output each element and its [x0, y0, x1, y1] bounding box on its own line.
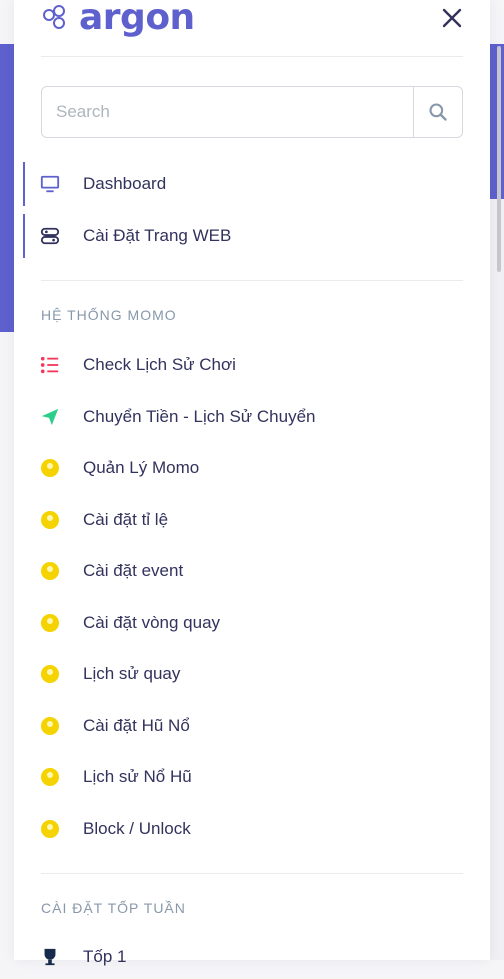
nav-item-block-unlock[interactable]: Block / Unlock: [22, 807, 482, 851]
nav-item-transfer[interactable]: Chuyển Tiền - Lịch Sử Chuyển: [22, 395, 482, 439]
nav-item-check-history[interactable]: Check Lịch Sử Chơi: [22, 343, 482, 387]
user-icon: [39, 509, 61, 531]
nav-label: Lịch sử quay: [83, 664, 181, 683]
user-icon: [39, 766, 61, 788]
search-input[interactable]: [42, 87, 413, 137]
background-header-left: [0, 44, 14, 332]
user-icon: [39, 663, 61, 685]
nav-label: Chuyển Tiền - Lịch Sử Chuyển: [83, 407, 316, 426]
nav-label: Cài Đặt Trang WEB: [83, 226, 232, 245]
nav-label: Block / Unlock: [83, 819, 191, 838]
user-icon: [39, 612, 61, 634]
nav-item-spin-settings[interactable]: Cài đặt vòng quay: [22, 601, 482, 645]
divider: [41, 280, 463, 281]
nav-item-top-1[interactable]: Tốp 1: [22, 935, 482, 979]
close-icon: [442, 8, 462, 28]
close-button[interactable]: [440, 6, 464, 30]
trophy-icon: [39, 946, 61, 968]
nav-label: Lịch sử Nổ Hũ: [83, 767, 192, 786]
brand-logo[interactable]: argon: [41, 0, 195, 38]
background-content-right: [490, 199, 504, 960]
brand-name: argon: [79, 0, 195, 38]
nav-label: Check Lịch Sử Chơi: [83, 355, 236, 374]
argon-logo-icon: [43, 5, 65, 29]
search-button[interactable]: [413, 87, 462, 137]
nav-label: Cài đặt tỉ lệ: [83, 510, 169, 529]
search-icon: [429, 103, 447, 121]
nav-label: Quản Lý Momo: [83, 458, 200, 477]
scrollbar-thumb[interactable]: [497, 46, 501, 272]
monitor-icon: [39, 173, 61, 195]
nav-label: Cài đặt vòng quay: [83, 613, 221, 632]
divider: [41, 873, 463, 874]
sidebar-drawer: argon Dashboard: [14, 0, 490, 966]
nav-item-spin-history[interactable]: Lịch sử quay: [22, 652, 482, 696]
user-icon: [39, 457, 61, 479]
nav-item-jackpot-settings[interactable]: Cài đặt Hũ Nổ: [22, 704, 482, 748]
section-heading-top-week: CÀI ĐẶT TỐP TUẦN: [41, 900, 186, 916]
nav-item-momo-management[interactable]: Quản Lý Momo: [22, 446, 482, 490]
nav-item-dashboard[interactable]: Dashboard: [22, 162, 482, 206]
nav-label: Cài đặt event: [83, 561, 184, 580]
nav-item-website-settings[interactable]: Cài Đặt Trang WEB: [22, 214, 482, 258]
user-icon: [39, 715, 61, 737]
nav-item-event-settings[interactable]: Cài đặt event: [22, 549, 482, 593]
send-icon: [39, 406, 61, 428]
search-box: [41, 86, 463, 138]
settings-icon: [39, 225, 61, 247]
divider: [41, 56, 463, 57]
nav-item-jackpot-history[interactable]: Lịch sử Nổ Hũ: [22, 755, 482, 799]
nav-label: Tốp 1: [83, 947, 127, 966]
list-icon: [39, 354, 61, 376]
section-heading-momo: HỆ THỐNG MOMO: [41, 307, 177, 323]
user-icon: [39, 560, 61, 582]
user-icon: [39, 818, 61, 840]
nav-label: Dashboard: [83, 174, 167, 193]
nav-label: Cài đặt Hũ Nổ: [83, 716, 190, 735]
nav-item-ratio-settings[interactable]: Cài đặt tỉ lệ: [22, 498, 482, 542]
